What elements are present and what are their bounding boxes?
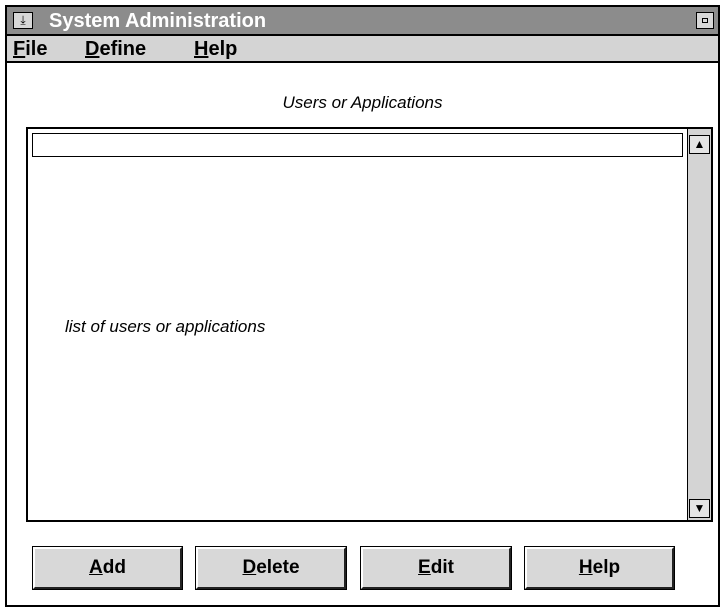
delete-button[interactable]: Delete [195, 546, 347, 590]
menu-bar: File Define Help [7, 36, 718, 63]
list-selected-row[interactable] [32, 133, 683, 157]
help-button-mnemonic: H [578, 557, 593, 578]
add-button-mnemonic: A [89, 557, 103, 578]
users-applications-listbox[interactable]: list of users or applications ▲ ▼ [26, 127, 713, 522]
menu-help-mnemonic: H [194, 38, 209, 60]
list-placeholder-text: list of users or applications [65, 317, 266, 336]
menu-file[interactable]: File [13, 38, 47, 60]
menu-define-label: efine [99, 38, 147, 60]
delete-button-label: elete [256, 557, 300, 578]
maximize-icon[interactable] [696, 12, 714, 29]
help-button-label: elp [592, 557, 621, 578]
add-button[interactable]: Add [32, 546, 183, 590]
title-bar[interactable]: ⤓ System Administration [7, 7, 718, 36]
menu-define-mnemonic: D [85, 38, 100, 60]
menu-define[interactable]: Define [85, 38, 146, 60]
menu-file-mnemonic: F [13, 38, 26, 60]
vertical-scrollbar[interactable]: ▲ ▼ [687, 129, 711, 520]
edit-button-label: dit [430, 557, 454, 578]
window-menu-icon[interactable]: ⤓ [13, 12, 33, 29]
scroll-down-icon[interactable]: ▼ [689, 499, 710, 518]
maximize-glyph [702, 18, 708, 23]
scroll-up-icon[interactable]: ▲ [689, 135, 710, 154]
help-button[interactable]: Help [524, 546, 675, 590]
menu-help-label: elp [208, 38, 238, 60]
menu-file-label: ile [25, 38, 48, 60]
add-button-label: dd [102, 557, 126, 578]
edit-button[interactable]: Edit [360, 546, 512, 590]
edit-button-mnemonic: E [418, 557, 431, 578]
menu-help[interactable]: Help [194, 38, 237, 60]
list-caption: Users or Applications [282, 93, 443, 112]
window-title: System Administration [49, 10, 267, 32]
delete-button-mnemonic: D [242, 557, 257, 578]
